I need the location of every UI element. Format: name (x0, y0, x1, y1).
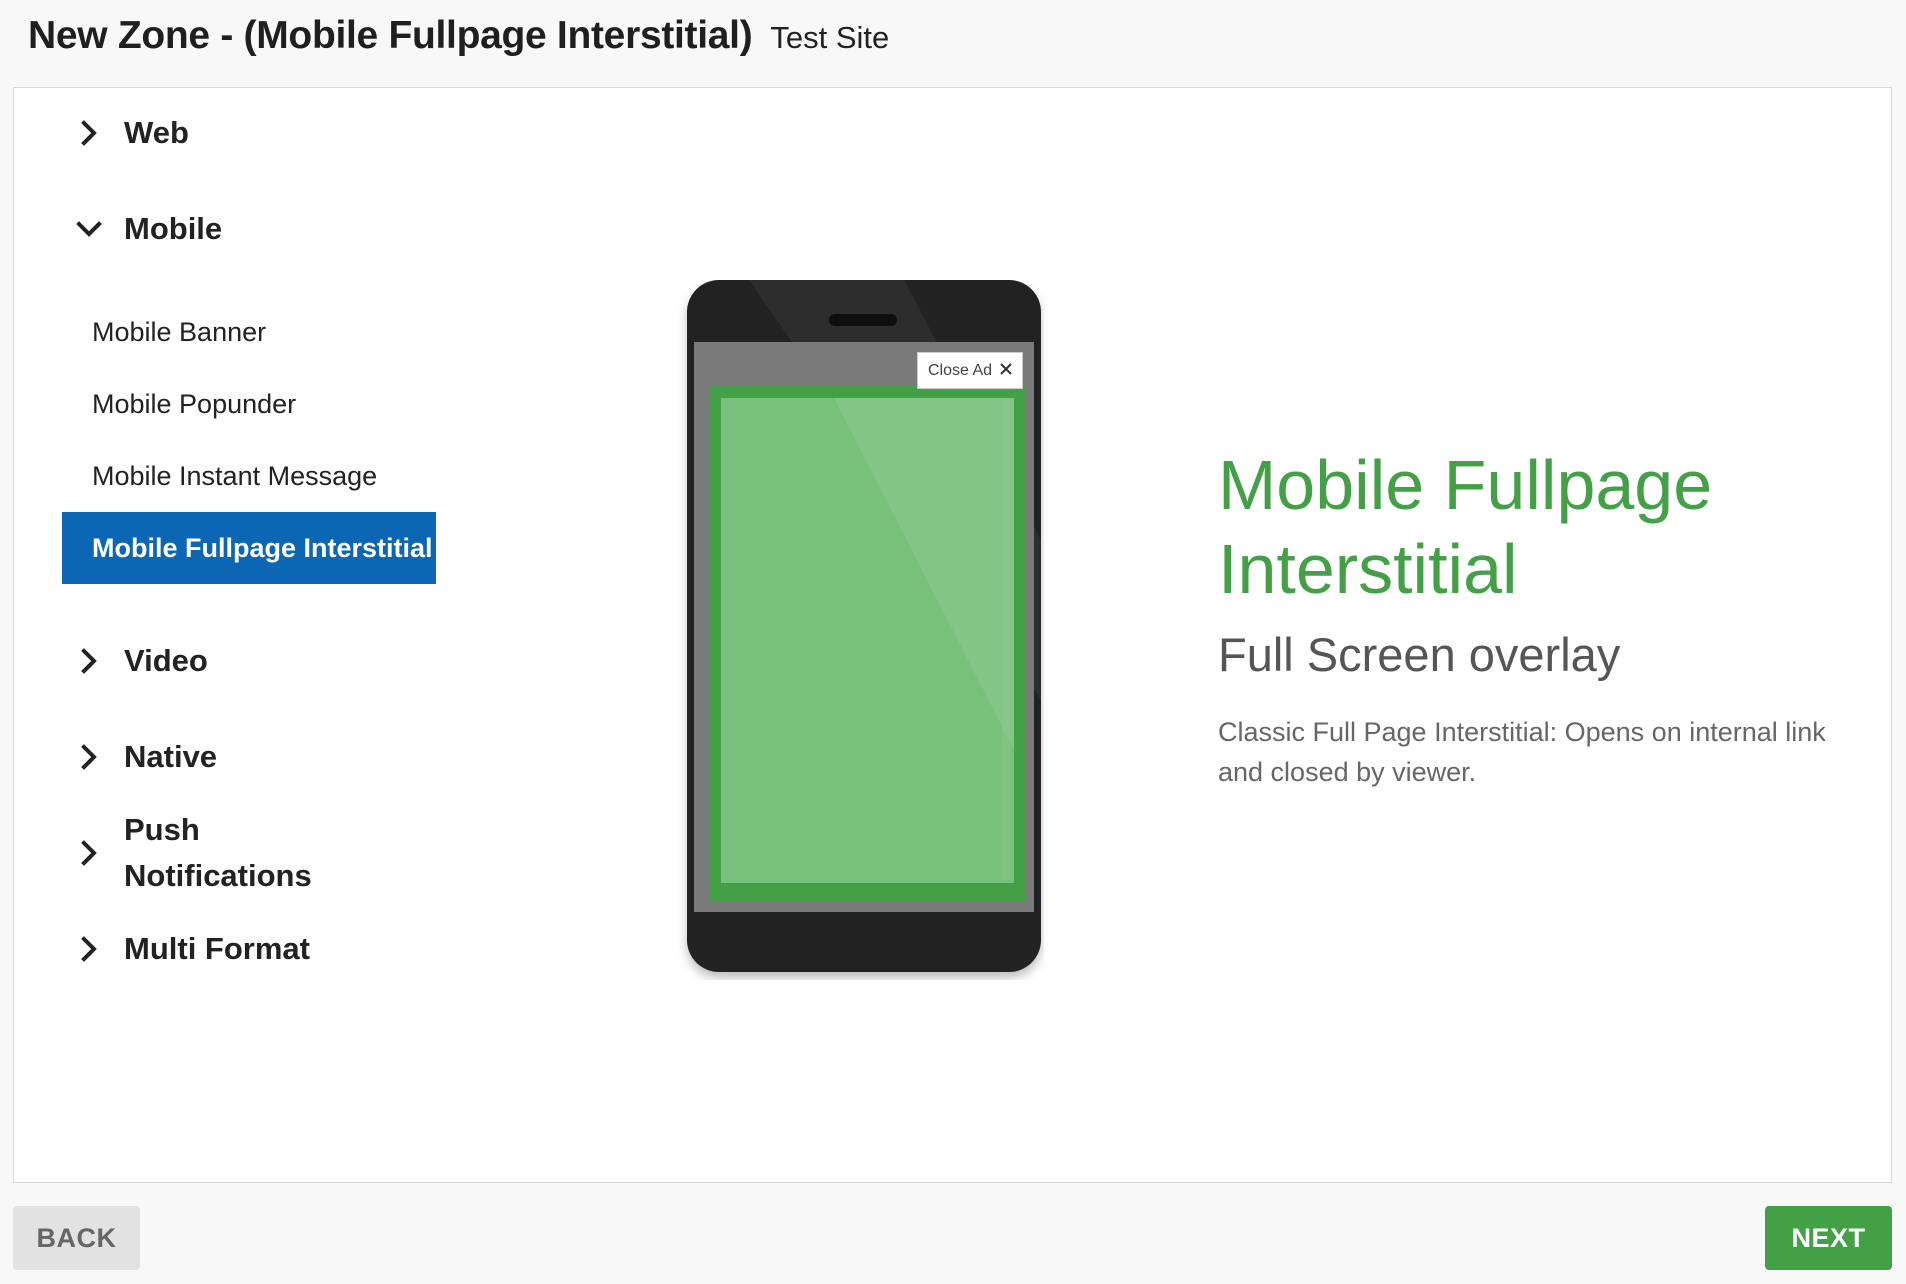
sub-item-mobile-banner[interactable]: Mobile Banner (62, 296, 436, 368)
category-push-notifications[interactable]: Push Notifications (74, 807, 334, 899)
category-label: Mobile (124, 211, 223, 246)
sub-item-label: Mobile Fullpage Interstitial (92, 532, 433, 563)
category-video[interactable]: Video (74, 638, 208, 684)
sub-item-label: Mobile Instant Message (92, 460, 378, 491)
page-header: New Zone - (Mobile Fullpage Interstitial… (28, 14, 889, 58)
page-title: New Zone - (Mobile Fullpage Interstitial… (28, 14, 753, 57)
site-name: Test Site (770, 20, 890, 55)
category-native[interactable]: Native (74, 734, 217, 780)
next-button[interactable]: NEXT (1765, 1206, 1892, 1270)
chevron-right-icon (74, 118, 104, 148)
category-mobile[interactable]: Mobile (74, 206, 222, 252)
format-info: Mobile Fullpage Interstitial Full Screen… (1218, 443, 1838, 792)
format-name: Mobile Fullpage Interstitial (1218, 443, 1838, 611)
sub-item-mobile-popunder[interactable]: Mobile Popunder (62, 368, 436, 440)
close-ad-label: Close Ad (927, 361, 993, 379)
chevron-right-icon (74, 742, 104, 772)
back-button[interactable]: BACK (13, 1206, 140, 1270)
sub-item-label: Mobile Popunder (92, 388, 297, 419)
category-web[interactable]: Web (74, 110, 189, 156)
format-name-line: Interstitial (1218, 530, 1518, 608)
sub-item-mobile-instant-message[interactable]: Mobile Instant Message (62, 440, 436, 512)
chevron-right-icon (74, 838, 104, 868)
sub-item-label: Mobile Banner (92, 316, 267, 347)
category-label: Push Notifications (124, 812, 312, 893)
format-name-line: Mobile Fullpage (1218, 446, 1713, 524)
category-label: Web (124, 115, 189, 150)
zone-type-panel: Web Mobile Mobile Banner Mobile Popunder… (13, 87, 1892, 1183)
category-multi-format[interactable]: Multi Format (74, 926, 310, 972)
chevron-down-icon (74, 214, 104, 244)
sub-item-mobile-fullpage-interstitial[interactable]: Mobile Fullpage Interstitial (62, 512, 436, 584)
chevron-right-icon (74, 934, 104, 964)
close-ad-button[interactable]: Close Ad (917, 352, 1023, 389)
format-subtitle: Full Screen overlay (1218, 628, 1621, 681)
chevron-right-icon (74, 646, 104, 676)
format-description: Classic Full Page Interstitial: Opens on… (1218, 717, 1826, 787)
ad-format-preview: Close Ad (674, 280, 1044, 980)
category-label: Native (124, 739, 218, 774)
category-label: Video (124, 643, 208, 678)
category-label: Multi Format (124, 931, 310, 966)
close-icon (1000, 362, 1012, 380)
